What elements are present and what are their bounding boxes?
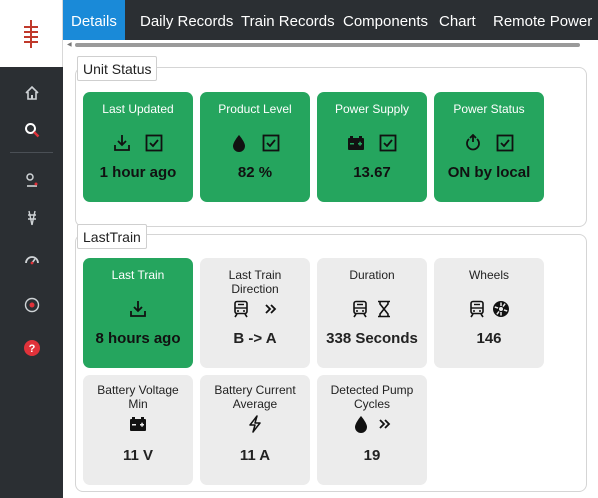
card-title: Duration <box>349 268 395 282</box>
card-value: 1 hour ago <box>99 164 177 181</box>
tab-remote-power[interactable]: Remote Power <box>493 0 592 40</box>
sidebar-gauge[interactable] <box>0 245 63 275</box>
help-icon: ? <box>23 340 40 356</box>
double-chevron-icon <box>379 419 391 429</box>
battery-current-average-card: Battery Current Average 11 A <box>200 375 310 485</box>
power-status-card: Power Status ON by local <box>434 92 544 202</box>
drop-icon <box>233 135 245 152</box>
wheels-card: Wheels 146 <box>434 258 544 368</box>
last-train-section: Last Train 8 hours ago Last Train Direct… <box>75 234 587 492</box>
train-icon <box>470 300 484 318</box>
card-value: 146 <box>476 330 502 347</box>
horizontal-scrollbar[interactable] <box>75 43 580 47</box>
power-cycle-icon <box>466 134 480 151</box>
checkbox-icon <box>379 134 397 152</box>
card-value: 82 % <box>237 164 273 181</box>
logo-icon <box>24 19 38 48</box>
battery-icon <box>348 136 364 150</box>
card-value: 11 V <box>122 447 154 464</box>
last-train-title: LastTrain <box>77 224 147 249</box>
card-title: Power Supply <box>334 102 410 116</box>
drop-icon <box>355 416 367 433</box>
card-value: 11 A <box>239 447 271 464</box>
tab-daily-records[interactable]: Daily Records <box>140 0 233 40</box>
card-value: ON by local <box>447 164 531 181</box>
card-title: Product Level <box>218 102 292 116</box>
power-supply-card: Power Supply 13.67 <box>317 92 427 202</box>
bolt-icon <box>249 415 261 433</box>
wheel-icon <box>493 301 509 317</box>
gauge-icon <box>24 256 39 265</box>
power-icon <box>24 297 39 313</box>
sidebar-search[interactable] <box>0 115 63 145</box>
last-updated-card: Last Updated 1 hour ago <box>83 92 193 202</box>
train-icon <box>234 300 248 318</box>
last-train-card: Last Train 8 hours ago <box>83 258 193 368</box>
checkbox-icon <box>262 134 280 152</box>
tab-details[interactable]: Details <box>63 0 125 40</box>
tab-components[interactable]: Components <box>343 0 428 40</box>
unit-status-title: Unit Status <box>77 56 158 81</box>
sidebar-help[interactable]: ? <box>0 333 63 363</box>
scroll-left-arrow[interactable]: ◀ <box>67 41 72 48</box>
battery-icon <box>130 417 146 431</box>
checkbox-icon <box>496 134 514 152</box>
hourglass-icon <box>378 300 390 318</box>
search-icon <box>24 123 39 138</box>
card-title: Power Status <box>453 102 525 116</box>
unit-status-section: Last Updated 1 hour ago Product Level 82… <box>75 67 587 227</box>
sidebar-route[interactable] <box>0 165 63 195</box>
sidebar-track[interactable] <box>0 203 63 233</box>
card-title: Battery Current Average <box>214 383 296 411</box>
last-train-direction-card: Last Train Direction B -> A <box>200 258 310 368</box>
card-title: Last Train Direction <box>228 268 282 296</box>
sidebar-home[interactable] <box>0 78 63 108</box>
card-title: Wheels <box>468 268 509 282</box>
card-title: Last Updated <box>102 102 174 116</box>
card-title: Battery Voltage Min <box>97 383 179 411</box>
product-level-card: Product Level 82 % <box>200 92 310 202</box>
card-value: 13.67 <box>353 164 391 181</box>
sidebar-divider <box>10 152 53 153</box>
home-icon <box>24 85 39 100</box>
train-icon <box>353 300 367 318</box>
card-value: B -> A <box>233 330 277 347</box>
card-value: 338 Seconds <box>326 330 418 347</box>
tab-train-records[interactable]: Train Records <box>241 0 335 40</box>
card-value: 8 hours ago <box>95 330 181 347</box>
card-title: Last Train <box>111 268 165 282</box>
sidebar: ? <box>0 0 63 498</box>
card-value: 19 <box>363 447 381 464</box>
detected-pump-cycles-card: Detected Pump Cycles 19 <box>317 375 427 485</box>
download-icon <box>130 301 146 317</box>
download-icon <box>114 135 130 151</box>
sidebar-power[interactable] <box>0 290 63 320</box>
double-chevron-icon <box>265 304 277 314</box>
tab-chart[interactable]: Chart <box>439 0 476 40</box>
battery-voltage-min-card: Battery Voltage Min 11 V <box>83 375 193 485</box>
duration-card: Duration 338 Seconds <box>317 258 427 368</box>
route-icon <box>25 173 37 187</box>
main-content: Details Daily Records Train Records Comp… <box>63 0 598 498</box>
svg-text:?: ? <box>28 343 35 355</box>
card-title: Detected Pump Cycles <box>330 383 414 411</box>
logo[interactable] <box>0 0 63 67</box>
tab-bar: Details Daily Records Train Records Comp… <box>63 0 598 40</box>
checkbox-icon <box>145 134 163 152</box>
track-icon <box>27 210 36 226</box>
